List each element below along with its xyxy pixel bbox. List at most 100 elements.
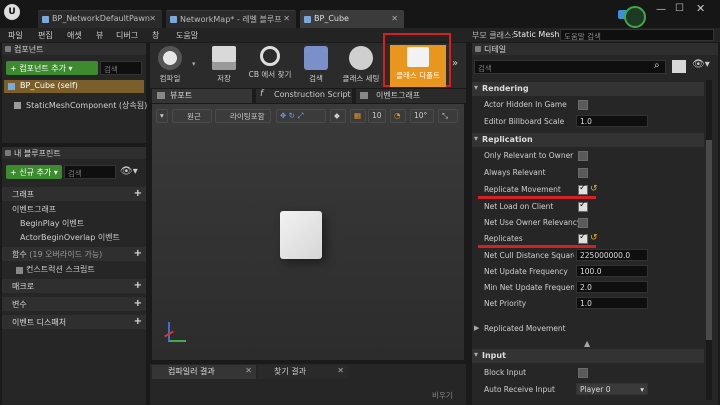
my-blueprint-search-input[interactable]: 검색 [64, 165, 116, 179]
category-input[interactable]: Input [472, 349, 704, 363]
view-options-icon[interactable]: 👁▾ [692, 59, 710, 70]
replicate-movement-checkbox[interactable] [578, 183, 588, 195]
cube-mesh[interactable] [280, 211, 322, 259]
section-event-dispatchers[interactable]: 이벤트 디스패처 + [2, 315, 146, 329]
property-matrix-icon[interactable] [672, 60, 686, 73]
add-macro-icon[interactable]: + [134, 280, 142, 291]
tab-bp-cube[interactable]: BP_Cube ✕ [300, 10, 404, 28]
surface-snap-button[interactable]: ◆ [330, 109, 346, 123]
section-functions[interactable]: 함수 (19 오버라이드 가능) + [2, 247, 146, 261]
grid-snap-toggle[interactable]: ▦ [350, 109, 366, 123]
expand-arrow-icon[interactable]: ▶ [474, 324, 479, 332]
view-mode-button[interactable]: 원근 [172, 109, 212, 123]
new-add-button[interactable]: + 신규 추가 ▾ [6, 165, 62, 179]
section-graphs[interactable]: 그래프 + [2, 187, 146, 201]
class-settings-icon [349, 46, 373, 70]
net-load-checkbox[interactable] [578, 200, 588, 212]
grid-size-value[interactable]: 10 [368, 109, 386, 123]
menu-file[interactable]: 파일 [8, 30, 23, 41]
maximize-button[interactable]: ☐ [675, 3, 684, 14]
billboard-scale-input[interactable]: 1.0 [576, 115, 648, 127]
lighting-button[interactable]: 라이팅포함 [215, 109, 271, 123]
block-input-checkbox[interactable] [578, 368, 588, 378]
class-settings-button[interactable]: 클래스 세팅 [338, 44, 384, 88]
menu-window[interactable]: 창 [152, 30, 159, 41]
section-variables[interactable]: 변수 + [2, 297, 146, 311]
component-item-self[interactable]: BP_Cube (self) [4, 80, 144, 93]
tab-networkmap[interactable]: NetworkMap* - 레벨 블루프 ✕ [166, 10, 296, 28]
section-label: 매크로 [12, 282, 35, 291]
min-net-update-input[interactable]: 2.0 [576, 281, 648, 293]
details-search-input[interactable]: 검색 [474, 60, 666, 74]
only-relevant-checkbox[interactable] [578, 151, 588, 161]
tab-label: BP_NetworkDefaultPawn [52, 14, 150, 23]
help-search-input[interactable]: 도움말 검색 [560, 29, 714, 41]
reset-to-default-icon[interactable]: ↺ [590, 233, 598, 243]
transform-tools[interactable]: ✥ ↻ ⤢ [276, 109, 326, 123]
scale-snap-toggle[interactable]: ⤡ [438, 109, 458, 123]
category-rendering[interactable]: Rendering [472, 82, 704, 96]
net-update-frequency-input[interactable]: 100.0 [576, 265, 648, 277]
tab-event-graph[interactable]: 이벤트그래프 [356, 89, 466, 103]
add-variable-icon[interactable]: + [134, 298, 142, 309]
event-actorbeginoverlap-item[interactable]: ActorBeginOverlap 이벤트 [20, 232, 120, 245]
add-function-icon[interactable]: + [134, 248, 142, 259]
compile-button[interactable]: 컴파일 [150, 44, 190, 88]
tab-bp-networkdefaultpawn[interactable]: BP_NetworkDefaultPawn ✕ [38, 10, 162, 28]
view-options-icon[interactable]: 👁▾ [120, 166, 138, 177]
close-icon[interactable]: ✕ [245, 366, 252, 375]
components-search-input[interactable]: 검색 [100, 61, 142, 75]
close-window-button[interactable]: ✕ [696, 2, 705, 15]
replicates-checkbox[interactable] [578, 232, 588, 244]
subgroup-replicated-movement[interactable]: ▶ Replicated Movement [472, 321, 704, 337]
close-icon[interactable]: ✕ [391, 14, 398, 23]
close-icon[interactable]: ✕ [337, 366, 344, 375]
tab-label: NetworkMap* - 레벨 블루프 [180, 15, 282, 24]
tab-find-results[interactable]: 찾기 결과 ✕ [258, 365, 348, 379]
notification-icon[interactable] [624, 6, 646, 28]
event-beginplay-item[interactable]: BeginPlay 이벤트 [20, 218, 84, 231]
find-in-cb-button[interactable]: CB 에서 찾기 [246, 44, 294, 88]
tab-compiler-results[interactable]: 컴파일러 결과 ✕ [152, 365, 256, 379]
menu-edit[interactable]: 편집 [38, 30, 53, 41]
search-label: 검색 [309, 74, 323, 83]
search-icon[interactable]: ⌕ [654, 60, 660, 71]
close-icon[interactable]: ✕ [283, 14, 290, 23]
actor-hidden-checkbox[interactable] [578, 100, 588, 110]
reset-to-default-icon[interactable]: ↺ [590, 184, 598, 194]
menu-help[interactable]: 도움말 [176, 30, 198, 41]
close-icon[interactable]: ✕ [149, 14, 156, 23]
category-replication[interactable]: Replication [472, 133, 704, 147]
rotation-snap-value[interactable]: 10° [410, 109, 434, 123]
details-scrollbar-thumb[interactable] [706, 140, 712, 340]
net-cull-distance-input[interactable]: 225000000.0 [576, 249, 648, 261]
minimize-button[interactable]: — [656, 4, 666, 15]
tab-viewport[interactable]: 뷰포트 [152, 89, 252, 103]
net-priority-input[interactable]: 1.0 [576, 297, 648, 309]
menu-debug[interactable]: 디버그 [116, 30, 138, 41]
rotation-snap-toggle[interactable]: ◔ [390, 109, 406, 123]
collapse-advanced-icon[interactable]: ▲ [584, 339, 590, 348]
always-relevant-checkbox[interactable] [578, 168, 588, 178]
menu-view[interactable]: 뷰 [96, 30, 103, 41]
prop-always-relevant: Always Relevant [472, 165, 704, 181]
search-button[interactable]: 검색 [298, 44, 334, 88]
add-dispatcher-icon[interactable]: + [134, 316, 142, 327]
add-graph-icon[interactable]: + [134, 188, 142, 199]
viewport-options-button[interactable]: ▾ [156, 109, 168, 123]
compile-dropdown-icon[interactable]: ▾ [192, 60, 196, 68]
auto-receive-input-select[interactable]: Player 0 ▾ [576, 383, 648, 395]
class-defaults-button[interactable]: 클래스 디폴트 [390, 45, 446, 87]
toolbar-expand-icon[interactable]: » [452, 58, 458, 69]
save-button[interactable]: 저장 [206, 44, 242, 88]
construction-script-item[interactable]: 컨스트럭션 스크립트 [14, 264, 95, 277]
tab-construction-script[interactable]: Construction Script [256, 89, 352, 103]
add-component-button[interactable]: + 컴포넌트 추가 ▾ [6, 61, 98, 75]
menu-asset[interactable]: 애셋 [67, 30, 82, 41]
component-item-staticmesh[interactable]: StaticMeshComponent (상속됨) [4, 99, 147, 112]
event-graph-item[interactable]: 이벤트그래프 [8, 204, 56, 217]
section-macros[interactable]: 매크로 + [2, 279, 146, 293]
subgroup-label: Replicated Movement [484, 324, 566, 333]
owner-relevancy-checkbox[interactable] [578, 218, 588, 228]
clear-button[interactable]: 비우기 [432, 390, 453, 401]
